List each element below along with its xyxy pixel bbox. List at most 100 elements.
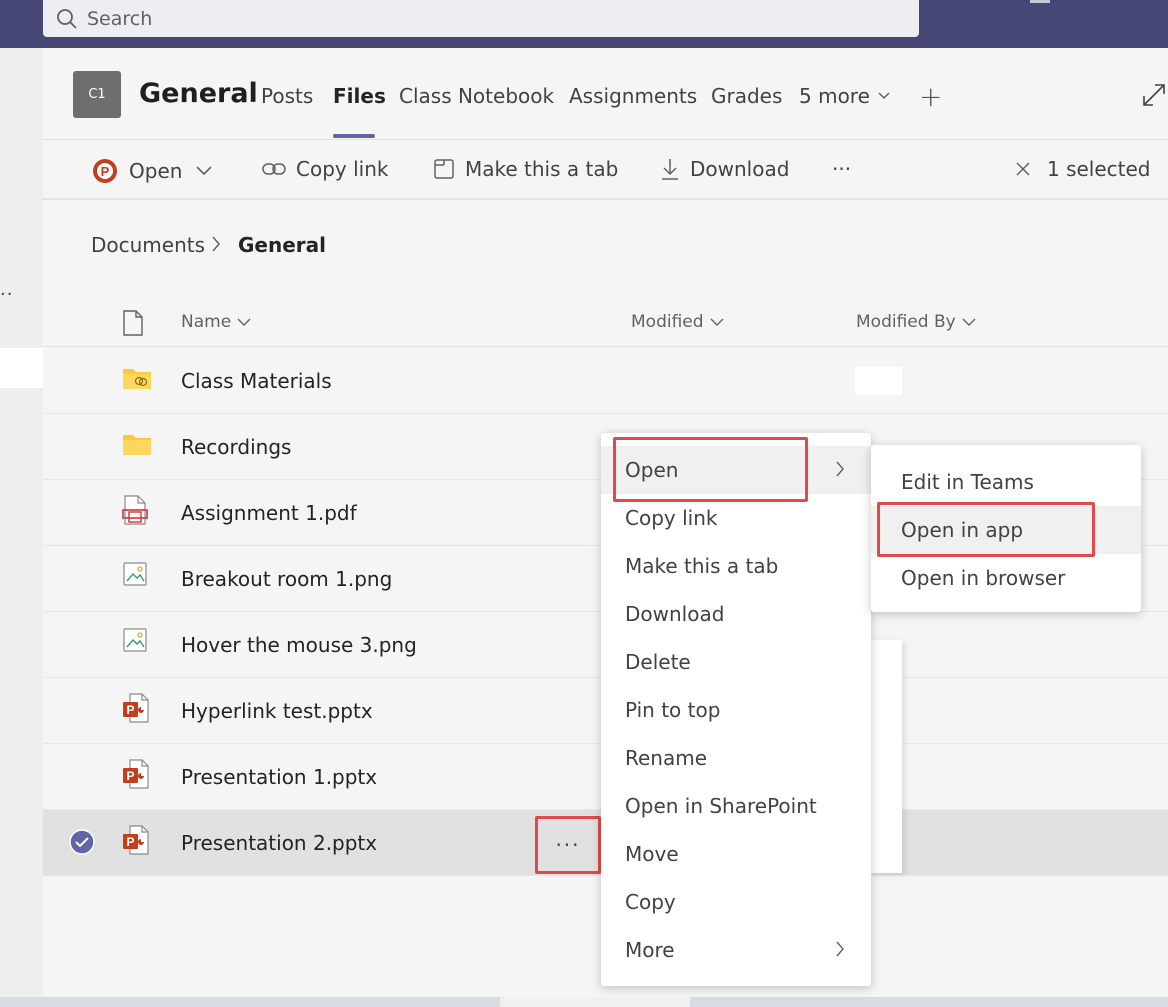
file-name[interactable]: Assignment 1.pdf bbox=[181, 501, 357, 525]
menu-item-label: Move bbox=[625, 842, 679, 866]
menu-item-open-in-sharepoint[interactable]: Open in SharePoint bbox=[601, 782, 871, 830]
image-file-icon bbox=[122, 561, 148, 589]
column-modified-by[interactable]: Modified By bbox=[856, 312, 976, 332]
search-box[interactable]: Search bbox=[43, 0, 919, 37]
link-icon bbox=[262, 161, 286, 177]
menu-item-label: Make this a tab bbox=[625, 554, 779, 578]
copy-link-button[interactable]: Copy link bbox=[262, 157, 388, 181]
breadcrumb-general: General bbox=[238, 233, 326, 257]
menu-item-pin-to-top[interactable]: Pin to top bbox=[601, 686, 871, 734]
row-more-options-button[interactable]: ··· bbox=[537, 819, 599, 871]
menu-item-label: Delete bbox=[625, 650, 691, 674]
make-tab-button[interactable]: Make this a tab bbox=[433, 157, 618, 181]
svg-text:P: P bbox=[126, 703, 134, 717]
submenu-item-label: Open in app bbox=[901, 518, 1024, 542]
tab-more-label: 5 more bbox=[799, 84, 870, 108]
file-name[interactable]: Class Materials bbox=[181, 369, 332, 393]
menu-item-label: Pin to top bbox=[625, 698, 721, 722]
powerpoint-file-icon: P bbox=[122, 759, 150, 789]
image-file-icon bbox=[122, 627, 148, 655]
menu-item-copy[interactable]: Copy bbox=[601, 878, 871, 926]
submenu-item-edit-in-teams[interactable]: Edit in Teams bbox=[871, 458, 1141, 506]
pdf-file-icon bbox=[122, 495, 148, 525]
menu-item-label: More bbox=[625, 938, 675, 962]
file-type-icon[interactable] bbox=[122, 310, 144, 336]
tab-more[interactable]: 5 more bbox=[799, 84, 890, 108]
submenu-item-open-in-app[interactable]: Open in app bbox=[871, 506, 1141, 554]
download-label: Download bbox=[690, 157, 790, 181]
search-icon bbox=[56, 8, 78, 30]
submenu-item-label: Open in browser bbox=[901, 566, 1066, 590]
add-tab-icon[interactable]: + bbox=[919, 80, 942, 113]
menu-item-copy-link[interactable]: Copy link bbox=[601, 494, 871, 542]
tab-class-notebook[interactable]: Class Notebook bbox=[399, 84, 554, 108]
channel-title: General bbox=[139, 78, 258, 109]
column-name[interactable]: Name bbox=[181, 312, 251, 332]
chevron-down-icon bbox=[962, 318, 976, 326]
tab-posts[interactable]: Posts bbox=[261, 84, 313, 108]
tab-icon bbox=[433, 158, 455, 180]
download-button[interactable]: Download bbox=[660, 157, 789, 181]
breadcrumb-documents[interactable]: Documents bbox=[91, 233, 205, 257]
submenu-item-open-in-browser[interactable]: Open in browser bbox=[871, 554, 1141, 602]
svg-text:P: P bbox=[126, 835, 134, 849]
menu-item-label: Rename bbox=[625, 746, 708, 770]
copy-link-label: Copy link bbox=[296, 157, 389, 181]
tab-grades[interactable]: Grades bbox=[711, 84, 782, 108]
folder-shared-icon bbox=[122, 366, 152, 390]
menu-item-label: Copy link bbox=[625, 506, 718, 530]
menu-item-open[interactable]: Open bbox=[601, 446, 871, 494]
svg-text:P: P bbox=[101, 164, 110, 179]
search-placeholder: Search bbox=[87, 7, 153, 30]
column-modified[interactable]: Modified bbox=[631, 312, 724, 332]
menu-item-rename[interactable]: Rename bbox=[601, 734, 871, 782]
powerpoint-icon: P bbox=[91, 157, 119, 185]
menu-item-label: Copy bbox=[625, 890, 676, 914]
menu-item-label: Download bbox=[625, 602, 725, 626]
menu-item-delete[interactable]: Delete bbox=[601, 638, 871, 686]
make-tab-label: Make this a tab bbox=[465, 157, 619, 181]
tab-assignments[interactable]: Assignments bbox=[569, 84, 697, 108]
column-modified-by-label: Modified By bbox=[856, 312, 956, 332]
tab-files[interactable]: Files bbox=[333, 84, 386, 108]
chevron-down-icon bbox=[710, 318, 724, 326]
checkmark-icon[interactable] bbox=[69, 829, 95, 855]
chevron-down-icon bbox=[237, 318, 251, 326]
open-button[interactable]: P Open bbox=[91, 157, 212, 185]
left-rail bbox=[0, 48, 43, 997]
menu-item-download[interactable]: Download bbox=[601, 590, 871, 638]
file-name[interactable]: Presentation 1.pptx bbox=[181, 765, 377, 789]
powerpoint-file-icon: P bbox=[122, 693, 150, 723]
column-name-label: Name bbox=[181, 312, 232, 332]
chevron-right-icon bbox=[835, 461, 845, 477]
file-name[interactable]: Breakout room 1.png bbox=[181, 567, 392, 591]
folder-icon bbox=[122, 432, 152, 456]
more-actions-button[interactable]: ··· bbox=[832, 157, 851, 181]
selected-count: 1 selected bbox=[1047, 157, 1151, 181]
file-name[interactable]: Hover the mouse 3.png bbox=[181, 633, 417, 657]
menu-item-more[interactable]: More bbox=[601, 926, 871, 974]
download-icon bbox=[660, 157, 680, 181]
left-rail-selected-item[interactable] bbox=[0, 348, 43, 388]
menu-item-label: Open bbox=[625, 458, 679, 482]
submenu-item-label: Edit in Teams bbox=[901, 470, 1034, 494]
menu-item-make-tab[interactable]: Make this a tab bbox=[601, 542, 871, 590]
close-icon bbox=[1015, 161, 1031, 177]
menu-item-move[interactable]: Move bbox=[601, 830, 871, 878]
tab-active-indicator bbox=[333, 134, 375, 138]
file-name[interactable]: Hyperlink test.pptx bbox=[181, 699, 373, 723]
clear-selection-button[interactable]: 1 selected bbox=[1015, 157, 1151, 181]
modified-by-cell bbox=[855, 367, 902, 395]
powerpoint-file-icon: P bbox=[122, 825, 150, 855]
left-rail-more-icon[interactable]: ·· bbox=[0, 284, 13, 305]
chevron-right-icon bbox=[835, 941, 845, 957]
chevron-right-icon bbox=[211, 236, 221, 252]
file-name[interactable]: Presentation 2.pptx bbox=[181, 831, 377, 855]
profile-edge bbox=[1030, 0, 1050, 3]
context-menu-shadow-extension bbox=[871, 640, 902, 873]
menu-item-label: Open in SharePoint bbox=[625, 794, 817, 818]
chevron-down-icon bbox=[196, 166, 212, 176]
file-name[interactable]: Recordings bbox=[181, 435, 291, 459]
bottom-scrollbar-thumb[interactable] bbox=[500, 997, 690, 1007]
expand-icon[interactable] bbox=[1141, 82, 1167, 108]
